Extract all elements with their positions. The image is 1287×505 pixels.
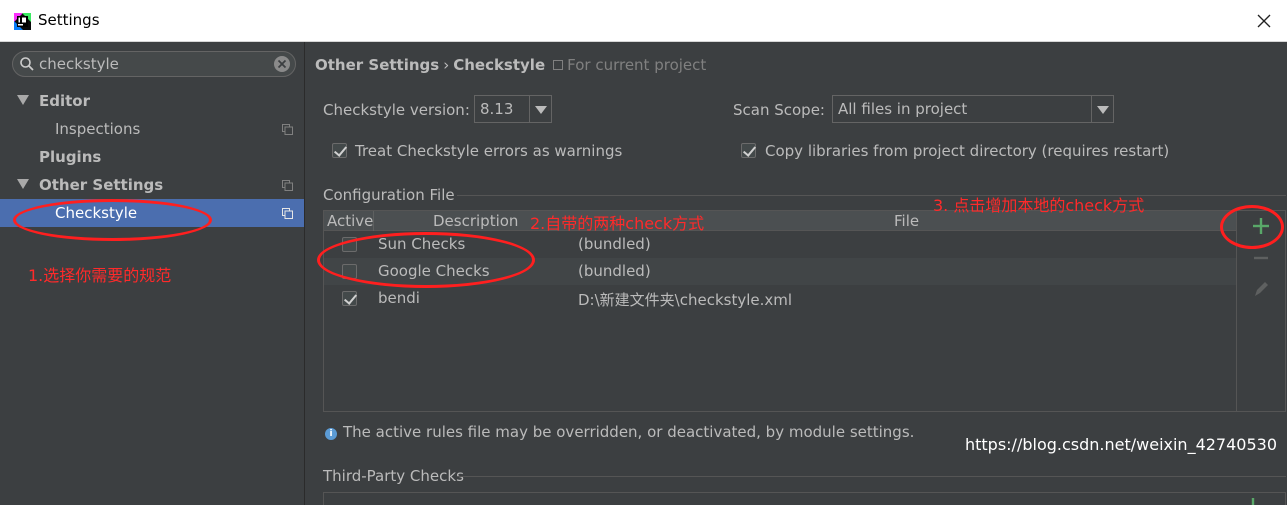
third-party-section-title: Third-Party Checks: [323, 467, 464, 485]
project-scope-icon: [282, 180, 293, 191]
section-divider: [457, 476, 1286, 477]
annotation-2: 2.自带的两种check方式: [530, 214, 705, 233]
tree-item-editor[interactable]: Editor: [0, 87, 304, 115]
version-label: Checkstyle version:: [323, 101, 470, 119]
close-icon[interactable]: [1251, 8, 1277, 34]
third-party-table: [323, 492, 1286, 505]
tree-item-plugins[interactable]: Plugins: [0, 143, 304, 171]
table-row[interactable]: bendi D:\新建文件夹\checkstyle.xml: [324, 285, 1236, 312]
search-icon: [20, 57, 34, 71]
search-input[interactable]: checkstyle: [39, 55, 119, 73]
row-description: bendi: [378, 289, 420, 307]
annotation-ellipse-checkstyle: [13, 199, 212, 241]
scope-value: All files in project: [838, 100, 968, 118]
breadcrumb-current: Checkstyle: [453, 56, 546, 74]
row-file: (bundled): [578, 262, 651, 280]
column-divider: [373, 211, 374, 231]
chevron-down-icon[interactable]: [529, 96, 551, 122]
tree-item-other-settings[interactable]: Other Settings: [0, 171, 304, 199]
plus-icon[interactable]: [1245, 496, 1261, 505]
pencil-icon[interactable]: [1246, 275, 1276, 305]
scope-select[interactable]: All files in project: [832, 95, 1114, 123]
breadcrumb-scope-note: For current project: [567, 56, 707, 74]
project-scope-icon: [553, 60, 564, 70]
treat-errors-checkbox[interactable]: [332, 143, 347, 158]
copy-libs-label[interactable]: Copy libraries from project directory (r…: [765, 142, 1169, 160]
tree-item-inspections[interactable]: Inspections: [0, 115, 304, 143]
clear-search-icon[interactable]: [273, 55, 291, 73]
scope-label: Scan Scope:: [733, 101, 825, 119]
copy-libs-checkbox[interactable]: [741, 143, 756, 158]
column-file[interactable]: File: [894, 212, 919, 230]
info-text: The active rules file may be overridden,…: [343, 423, 915, 441]
info-message: i The active rules file may be overridden…: [325, 423, 914, 441]
row-active-checkbox[interactable]: [342, 291, 357, 306]
tree-item-label: Inspections: [55, 120, 141, 138]
version-select[interactable]: 8.13: [474, 95, 552, 123]
chevron-down-icon[interactable]: [1091, 96, 1113, 122]
column-active[interactable]: Active: [327, 212, 373, 230]
breadcrumb-separator: ›: [443, 56, 450, 74]
settings-sidebar: checkstyle Editor Inspections Plugins Ot…: [0, 42, 305, 505]
config-section-title: Configuration File: [323, 186, 455, 204]
window-title: Settings: [38, 11, 100, 29]
treat-errors-label[interactable]: Treat Checkstyle errors as warnings: [355, 142, 622, 160]
intellij-app-icon: [14, 13, 31, 30]
annotation-3: 3. 点击增加本地的check方式: [933, 196, 1145, 215]
row-file: (bundled): [578, 235, 651, 253]
project-scope-icon: [282, 208, 293, 219]
column-description[interactable]: Description: [433, 212, 518, 230]
tree-item-label: Editor: [39, 92, 90, 110]
project-scope-icon: [282, 124, 293, 135]
expand-arrow-icon[interactable]: [17, 179, 29, 189]
window-titlebar: Settings: [0, 0, 1287, 42]
tree-item-label: Plugins: [39, 148, 102, 166]
breadcrumb: Other Settings › Checkstyle For current pro…: [315, 56, 706, 74]
row-file: D:\新建文件夹\checkstyle.xml: [578, 291, 793, 309]
expand-arrow-icon[interactable]: [17, 95, 29, 105]
annotation-ellipse-add: [1220, 205, 1284, 249]
settings-search[interactable]: checkstyle: [12, 51, 296, 77]
tree-item-label: Other Settings: [39, 176, 164, 194]
annotation-ellipse-bundled: [317, 232, 535, 288]
info-icon: i: [325, 428, 337, 440]
breadcrumb-parent: Other Settings: [315, 56, 440, 74]
annotation-1: 1.选择你需要的规范: [28, 266, 172, 285]
version-value: 8.13: [480, 100, 514, 118]
section-divider: [457, 195, 1286, 196]
watermark: https://blog.csdn.net/weixin_42740530: [964, 435, 1277, 454]
